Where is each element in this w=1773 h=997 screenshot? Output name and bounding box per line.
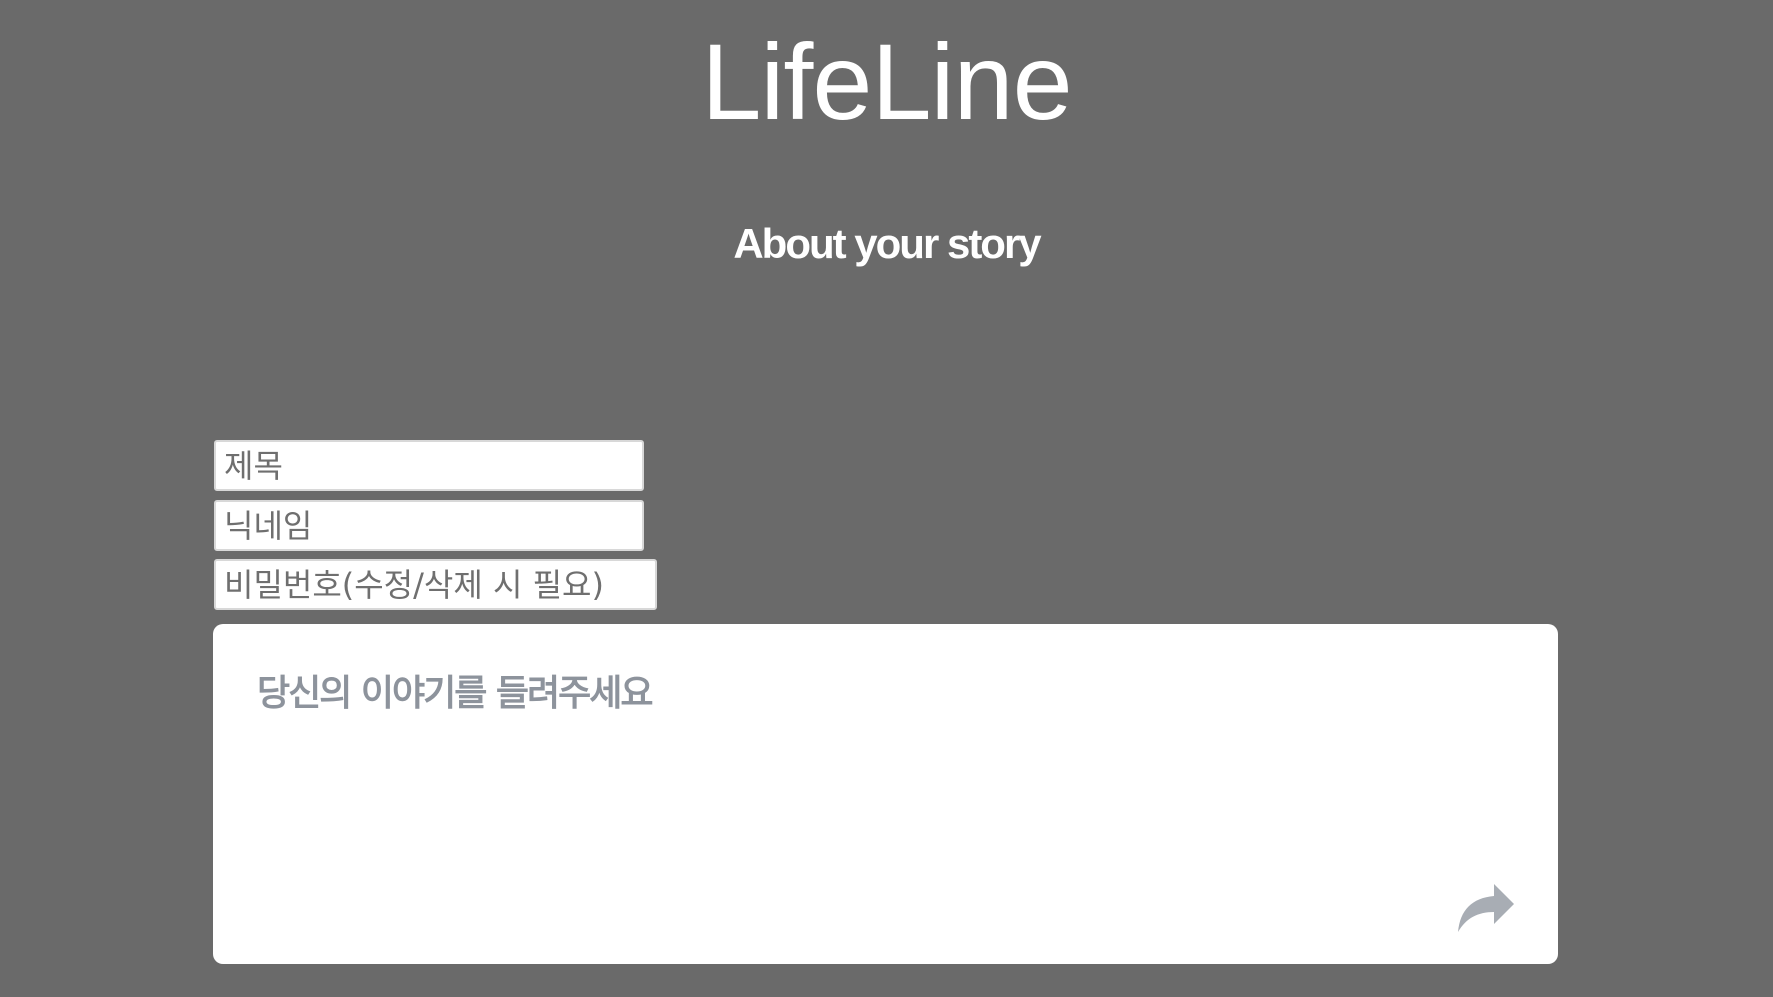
app-title: LifeLine bbox=[701, 21, 1072, 142]
password-input[interactable] bbox=[214, 559, 657, 610]
page: LifeLine About your story bbox=[0, 0, 1773, 997]
title-input[interactable] bbox=[214, 440, 644, 491]
submit-button[interactable] bbox=[1454, 880, 1518, 938]
share-arrow-icon bbox=[1454, 880, 1518, 938]
story-textarea[interactable] bbox=[257, 664, 1437, 924]
page-subtitle: About your story bbox=[733, 220, 1041, 267]
nickname-input[interactable] bbox=[214, 500, 644, 551]
story-editor bbox=[213, 624, 1558, 964]
